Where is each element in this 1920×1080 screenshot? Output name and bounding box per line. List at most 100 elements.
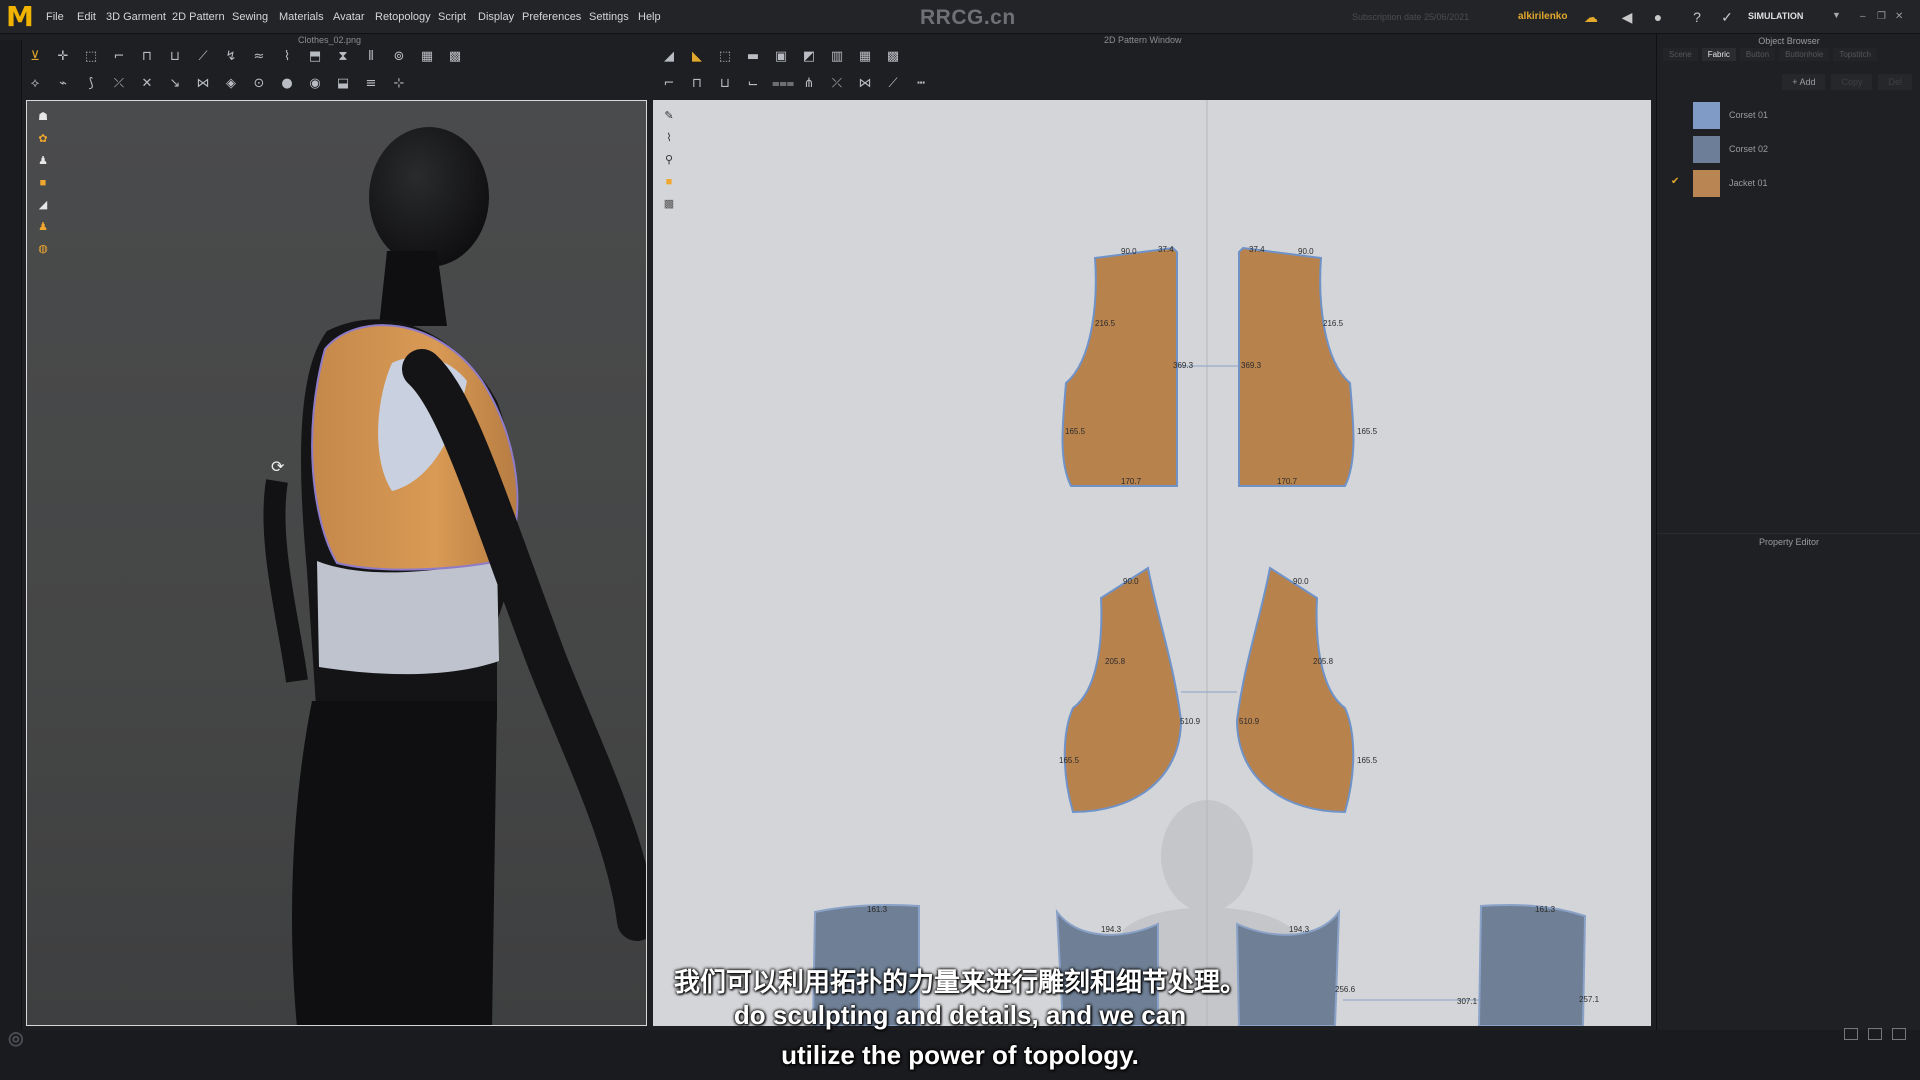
viewport-3d[interactable]: ☗ ✿ ♟ ■ ◢ ♟ ◍ ⟳ <box>26 100 647 1026</box>
fold-icon[interactable]: ⌐ <box>110 48 128 66</box>
add-button[interactable]: + Add <box>1782 74 1826 90</box>
menu-avatar[interactable]: Avatar <box>333 11 365 23</box>
split-icon[interactable]: ⊹ <box>390 75 408 93</box>
seam-display-icon[interactable]: ⌇ <box>661 130 677 146</box>
brush-icon[interactable]: ⟋ <box>194 48 212 66</box>
avatar-silhouette-icon[interactable]: ♟ <box>35 153 51 169</box>
close-icon[interactable]: ✕ <box>1895 11 1903 22</box>
segment-icon[interactable]: ↘ <box>166 75 184 93</box>
zoom-icon[interactable]: ⚲ <box>661 152 677 168</box>
dart-icon[interactable]: ⋈ <box>856 75 874 93</box>
menu-preferences[interactable]: Preferences <box>522 11 581 23</box>
menu-3d-garment[interactable]: 3D Garment <box>106 11 166 23</box>
grid-2-icon[interactable]: ▩ <box>446 48 464 66</box>
fabric-item[interactable]: Corset 02 <box>1671 132 1907 166</box>
avatar-shadow-icon[interactable]: ▩ <box>661 196 677 212</box>
transform-icon[interactable]: ⬚ <box>82 48 100 66</box>
transform-pattern-icon[interactable]: ⬚ <box>716 48 734 66</box>
pin-2-icon[interactable]: ● <box>278 75 296 93</box>
menu-2d-pattern[interactable]: 2D Pattern <box>172 11 225 23</box>
internal-shape-icon[interactable]: ◩ <box>800 48 818 66</box>
dashed-line-icon[interactable]: ┅ <box>912 75 930 93</box>
menu-script[interactable]: Script <box>438 11 466 23</box>
menu-edit[interactable]: Edit <box>77 11 96 23</box>
tack-icon[interactable]: ⋔ <box>800 75 818 93</box>
display-avatar-icon[interactable]: ☗ <box>35 109 51 125</box>
cloth-icon[interactable]: ⊙ <box>250 75 268 93</box>
cloud-icon[interactable]: ☁ <box>1582 8 1600 26</box>
mesh-icon[interactable]: ◢ <box>35 197 51 213</box>
pleat-icon[interactable]: ⤫ <box>828 75 846 93</box>
notch-icon[interactable]: ▥ <box>828 48 846 66</box>
app-logo-icon: M <box>6 0 34 33</box>
pin-icon[interactable]: ⊓ <box>138 48 156 66</box>
menu-settings[interactable]: Settings <box>589 11 629 23</box>
menu-help[interactable]: Help <box>638 11 661 23</box>
free-sewing-icon[interactable]: ⋈ <box>194 75 212 93</box>
zipper-icon[interactable]: ⧗ <box>334 48 352 66</box>
user-icon[interactable]: ● <box>1649 8 1667 26</box>
sewing-icon[interactable]: ⟆ <box>82 75 100 93</box>
weld-icon[interactable]: ◉ <box>306 75 324 93</box>
fabric-texture-icon[interactable]: ■ <box>661 174 677 190</box>
line-sewing-icon[interactable]: ⤫ <box>110 75 128 93</box>
tab-fabric[interactable]: Fabric <box>1701 48 1736 61</box>
grade-icon[interactable]: ▦ <box>856 48 874 66</box>
tab-topstitch[interactable]: Topstitch <box>1833 48 1877 61</box>
hanger-icon[interactable]: ✓ <box>1718 8 1736 26</box>
avatar-color-icon[interactable]: ♟ <box>35 219 51 235</box>
button-icon[interactable]: ⊚ <box>390 48 408 66</box>
edit-pattern-icon[interactable]: ◢ <box>660 48 678 66</box>
puckering-icon[interactable]: ⌇ <box>278 48 296 66</box>
mode-selector[interactable]: SIMULATION <box>1748 11 1803 21</box>
create-rect-icon[interactable]: ▬ <box>744 48 762 66</box>
username[interactable]: alkirilenko <box>1518 11 1567 22</box>
stitch-line-icon[interactable]: ⟋ <box>884 75 902 93</box>
menu-file[interactable]: File <box>46 11 64 23</box>
free-sew-icon[interactable]: ⌙ <box>744 75 762 93</box>
chevron-down-icon[interactable]: ▼ <box>1832 10 1841 20</box>
tab-buttonhole[interactable]: Buttonhole <box>1779 48 1830 61</box>
grid-icon[interactable]: ▦ <box>418 48 436 66</box>
viewport-2d[interactable]: 90.0 37.4 216.5 369.3 165.5 170.7 37.4 9… <box>653 100 1651 1026</box>
tuck-icon[interactable]: ⊔ <box>166 48 184 66</box>
texture-icon[interactable]: ◍ <box>35 241 51 257</box>
minimize-icon[interactable]: – <box>1860 11 1866 22</box>
measure-icon[interactable]: ⟡ <box>26 75 44 93</box>
help-icon[interactable]: ? <box>1688 8 1706 26</box>
stitch-icon[interactable]: ≡ <box>362 75 380 93</box>
create-poly-icon[interactable]: ▣ <box>772 48 790 66</box>
tab-button[interactable]: Button <box>1739 48 1776 61</box>
restore-icon[interactable]: ❐ <box>1877 11 1886 22</box>
menu-sewing[interactable]: Sewing <box>232 11 268 23</box>
edit-point-icon[interactable]: ◣ <box>688 48 706 66</box>
segment-sew-icon[interactable]: ⊔ <box>716 75 734 93</box>
pattern-icon[interactable]: ✕ <box>138 75 156 93</box>
trim-icon[interactable]: ⫴ <box>362 48 380 66</box>
volume-icon[interactable]: ◀ <box>1618 8 1636 26</box>
grid-3-icon[interactable]: ▩ <box>884 48 902 66</box>
pattern-display-icon[interactable]: ✎ <box>661 108 677 124</box>
shrink-icon[interactable]: ↯ <box>222 48 240 66</box>
fit-icon[interactable]: ⬓ <box>334 75 352 93</box>
menu-retopology[interactable]: Retopology <box>375 11 431 23</box>
select-icon[interactable]: ⊻ <box>26 48 44 66</box>
menu-materials[interactable]: Materials <box>279 11 324 23</box>
copy-button[interactable]: Copy <box>1831 74 1873 90</box>
edit-seam-icon[interactable]: ⊓ <box>688 75 706 93</box>
check-sew-icon[interactable]: ⩶ <box>772 75 794 93</box>
move-icon[interactable]: ✛ <box>54 48 72 66</box>
seam-allowance-icon[interactable]: ⌐ <box>660 75 678 93</box>
avatar-icon[interactable]: ◈ <box>222 75 240 93</box>
tape-icon[interactable]: ⌁ <box>54 75 72 93</box>
fabric-item[interactable]: Corset 01 <box>1671 98 1907 132</box>
menu-display[interactable]: Display <box>478 11 514 23</box>
measure-ml-2: 510.9 <box>1180 717 1201 726</box>
steam-icon[interactable]: ≈ <box>250 48 268 66</box>
tab-scene[interactable]: Scene <box>1663 48 1698 61</box>
fabric-render-icon[interactable]: ■ <box>35 175 51 191</box>
fabric-item[interactable]: ✔ Jacket 01 <box>1671 166 1907 200</box>
display-garment-icon[interactable]: ✿ <box>35 131 51 147</box>
strengthen-icon[interactable]: ⬒ <box>306 48 324 66</box>
delete-button[interactable]: Del <box>1878 74 1912 90</box>
